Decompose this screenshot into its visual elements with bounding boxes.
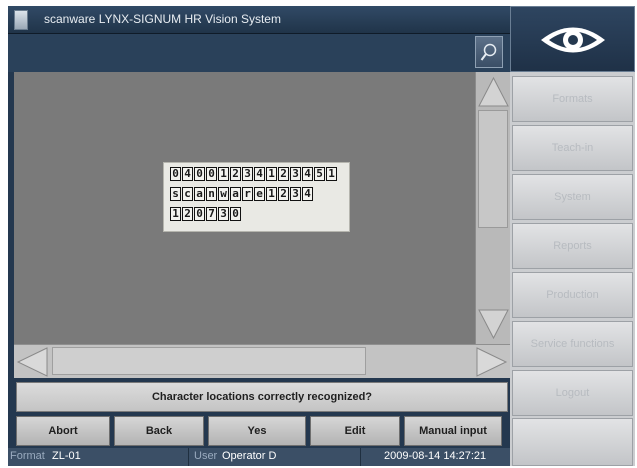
app-window: scanware LYNX-SIGNUM HR Vision System 04… <box>8 6 635 466</box>
edit-button[interactable]: Edit <box>310 416 400 446</box>
ocr-character: e <box>254 187 265 201</box>
horizontal-scrollbar[interactable] <box>14 344 510 378</box>
ocr-character: 0 <box>194 167 205 181</box>
header-strip <box>8 34 510 72</box>
scroll-left-arrow-icon[interactable] <box>14 345 50 379</box>
action-bar: Abort Back Yes Edit Manual input <box>16 416 510 446</box>
nav-teach-in-button[interactable]: Teach-in <box>512 125 633 171</box>
ocr-character: 5 <box>314 167 325 181</box>
status-divider <box>188 448 189 466</box>
ocr-character: s <box>170 187 181 201</box>
ocr-character: 0 <box>194 207 205 221</box>
abort-button[interactable]: Abort <box>16 416 110 446</box>
ocr-sample-label: 04001234123451 scanware1234 120730 <box>163 162 350 232</box>
ocr-character: c <box>182 187 193 201</box>
ocr-character: 1 <box>218 167 229 181</box>
ocr-character: 4 <box>302 187 313 201</box>
ocr-character: 0 <box>206 167 217 181</box>
nav-formats-button[interactable]: Formats <box>512 76 633 122</box>
vertical-scroll-thumb[interactable] <box>478 110 508 228</box>
ocr-character: 3 <box>242 167 253 181</box>
format-value: ZL-01 <box>52 450 81 462</box>
ocr-character: 2 <box>278 167 289 181</box>
ocr-character: a <box>230 187 241 201</box>
title-bar: scanware LYNX-SIGNUM HR Vision System <box>8 6 510 34</box>
nav-service-functions-button[interactable]: Service functions <box>512 321 633 367</box>
nav-logout-button[interactable]: Logout <box>512 370 633 416</box>
ocr-character: 2 <box>182 207 193 221</box>
nav-reports-button[interactable]: Reports <box>512 223 633 269</box>
ocr-character: r <box>242 187 253 201</box>
right-navigation: Formats Teach-in System Reports Producti… <box>510 6 635 466</box>
ocr-character: 1 <box>326 167 337 181</box>
status-bar: Format ZL-01 User Operator D 2009-08-14 … <box>8 448 510 466</box>
status-divider <box>360 448 361 466</box>
scroll-right-arrow-icon[interactable] <box>474 345 510 379</box>
ocr-row: 04001234123451 <box>170 167 337 181</box>
ocr-character: 2 <box>230 167 241 181</box>
magnifier-icon <box>480 43 497 61</box>
ocr-character: a <box>194 187 205 201</box>
ocr-character: 1 <box>170 207 181 221</box>
ocr-character: n <box>206 187 217 201</box>
ocr-character: 1 <box>266 167 277 181</box>
format-label: Format <box>10 450 45 462</box>
ocr-character: 3 <box>290 187 301 201</box>
nav-system-button[interactable]: System <box>512 174 633 220</box>
ocr-row: scanware1234 <box>170 187 313 201</box>
ocr-character: 4 <box>302 167 313 181</box>
user-label: User <box>194 450 218 462</box>
horizontal-scroll-thumb[interactable] <box>52 347 366 375</box>
ocr-character: 0 <box>230 207 241 221</box>
ocr-row: 120730 <box>170 207 241 221</box>
ocr-character: 2 <box>278 187 289 201</box>
manual-input-button[interactable]: Manual input <box>404 416 502 446</box>
back-button[interactable]: Back <box>114 416 204 446</box>
eye-icon <box>541 27 605 53</box>
ocr-character: 0 <box>170 167 181 181</box>
window-title: scanware LYNX-SIGNUM HR Vision System <box>44 12 281 26</box>
image-viewport[interactable]: 04001234123451 scanware1234 120730 <box>14 72 475 344</box>
nav-blank-panel <box>512 418 633 466</box>
ocr-character: 4 <box>254 167 265 181</box>
ocr-character: 1 <box>266 187 277 201</box>
ocr-character: 7 <box>206 207 217 221</box>
search-button[interactable] <box>475 36 503 68</box>
ocr-character: w <box>218 187 229 201</box>
ocr-character: 3 <box>290 167 301 181</box>
datetime: 2009-08-14 14:27:21 <box>384 450 487 462</box>
scroll-down-arrow-icon[interactable] <box>476 306 511 342</box>
logo-panel <box>510 6 635 72</box>
title-accent <box>14 10 28 30</box>
nav-production-button[interactable]: Production <box>512 272 633 318</box>
vertical-scrollbar[interactable] <box>475 72 510 344</box>
yes-button[interactable]: Yes <box>208 416 306 446</box>
ocr-character: 4 <box>182 167 193 181</box>
ocr-character: 3 <box>218 207 229 221</box>
scroll-up-arrow-icon[interactable] <box>476 74 511 110</box>
user-value: Operator D <box>222 450 277 462</box>
prompt-message: Character locations correctly recognized… <box>16 382 508 412</box>
